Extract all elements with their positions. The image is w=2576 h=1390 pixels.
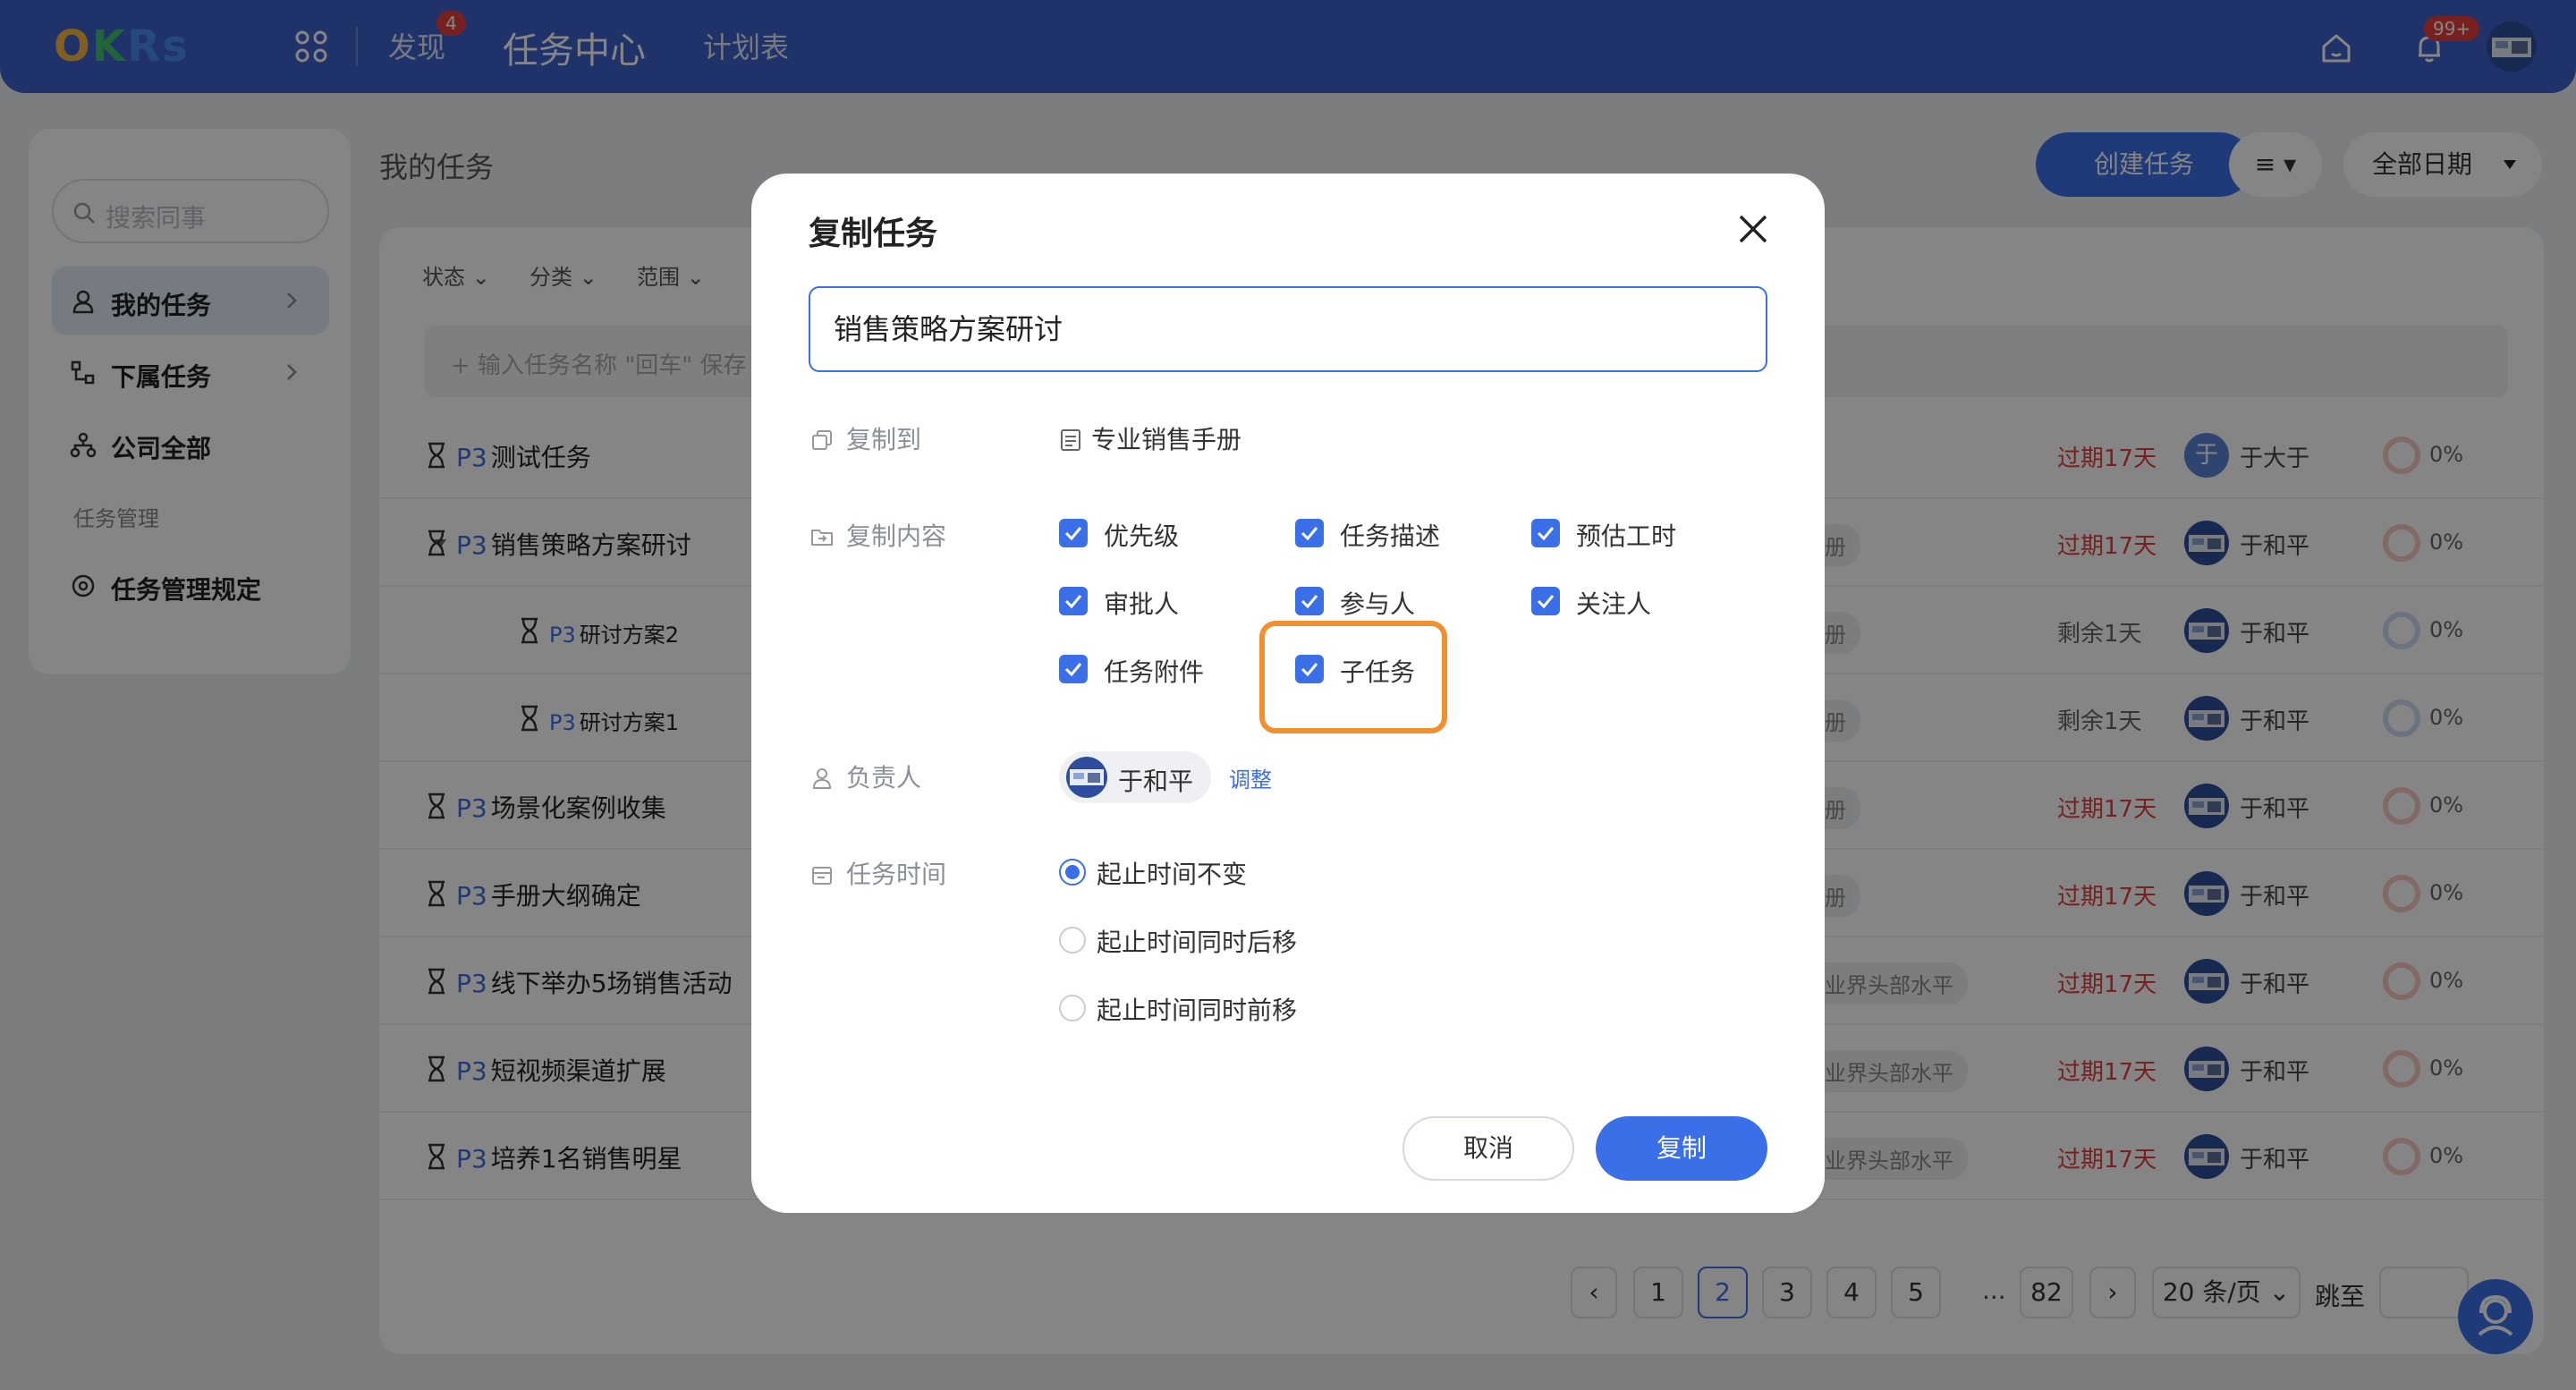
field-label-text: 复制内容 [846, 521, 947, 551]
checkbox-checked [1295, 519, 1324, 547]
radio-label: 起止时间不变 [1097, 860, 1248, 889]
folder-icon [811, 530, 833, 546]
copy-target-text: 专业销售手册 [1091, 425, 1242, 454]
checkbox-checked [1059, 519, 1088, 547]
checkbox-checked [1531, 587, 1560, 615]
field-label-text: 复制到 [846, 425, 922, 454]
checkbox-label: 优先级 [1104, 521, 1180, 551]
radio-unselected [1059, 995, 1086, 1021]
radio-unselected [1059, 927, 1086, 954]
owner-name: 于和平 [1118, 767, 1194, 796]
radio-selected [1059, 859, 1086, 886]
task-time-label: 任务时间 [810, 855, 946, 891]
owner-chip: 于和平 [1059, 751, 1211, 803]
user-icon [812, 768, 832, 789]
task-name-input[interactable]: 销售策略方案研讨 [809, 286, 1767, 372]
subtask-highlight-box [1259, 621, 1447, 733]
avatar [1066, 757, 1107, 798]
checkbox-checked [1059, 655, 1088, 683]
radio-label: 起止时间同时后移 [1097, 928, 1298, 957]
cancel-button[interactable]: 取消 [1402, 1116, 1574, 1181]
copy-target-value[interactable]: 专业销售手册 [1059, 420, 1241, 456]
checkbox-label: 审批人 [1104, 589, 1180, 619]
page: OKRs 发现 4 任务中心 计划表 99+ 搜索同事 我的任务 下属任务 公司… [0, 0, 2576, 1390]
checkbox-label: 参与人 [1340, 589, 1416, 619]
copy-to-label: 复制到 [810, 420, 921, 456]
adjust-owner-link[interactable]: 调整 [1229, 762, 1272, 793]
checkbox-label: 关注人 [1576, 589, 1652, 619]
field-label-text: 负责人 [846, 763, 922, 792]
close-icon[interactable] [1737, 213, 1769, 245]
calendar-icon [812, 867, 832, 885]
document-icon [1061, 429, 1080, 451]
copy-task-dialog: 复制任务 销售策略方案研讨 复制到 专业销售手册 复制内容 优先级 任务描述 预… [751, 174, 1825, 1213]
radio-label: 起止时间同时前移 [1097, 996, 1298, 1025]
checkbox-label: 任务描述 [1340, 521, 1441, 551]
copy-content-label: 复制内容 [810, 517, 946, 553]
owner-label: 负责人 [810, 759, 921, 794]
dialog-title: 复制任务 [809, 216, 938, 252]
copy-button[interactable]: 复制 [1596, 1116, 1767, 1181]
copy-icon [812, 430, 832, 450]
checkbox-label: 预估工时 [1576, 521, 1677, 551]
checkbox-checked [1295, 587, 1324, 615]
checkbox-checked [1059, 587, 1088, 615]
checkbox-label: 任务附件 [1104, 657, 1205, 687]
checkbox-checked [1531, 519, 1560, 547]
field-label-text: 任务时间 [846, 860, 947, 889]
